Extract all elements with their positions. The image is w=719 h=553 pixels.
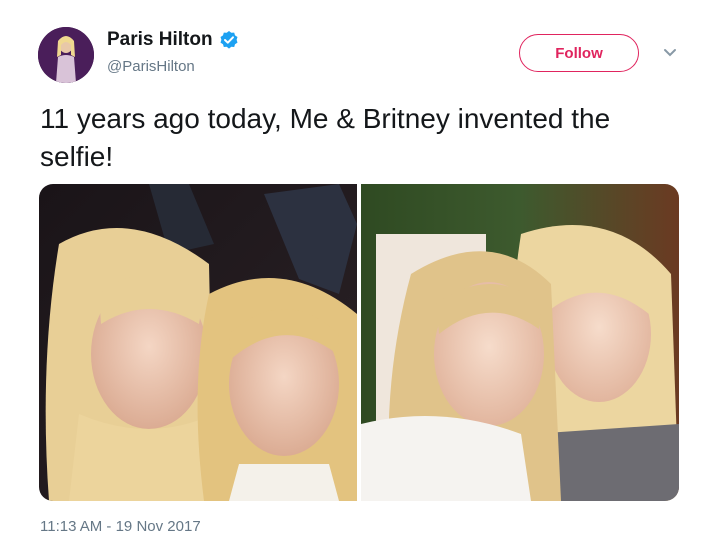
follow-button[interactable]: Follow	[519, 34, 639, 72]
avatar-image	[38, 27, 94, 83]
tweet-text: 11 years ago today, Me & Britney invente…	[40, 103, 611, 172]
avatar[interactable]	[38, 27, 94, 83]
user-name-row: Paris Hilton	[107, 29, 239, 51]
media-photo-2[interactable]	[361, 184, 679, 501]
user-handle[interactable]: @ParisHilton	[107, 58, 195, 75]
verified-badge-icon	[219, 30, 239, 50]
chevron-down-icon[interactable]	[663, 48, 677, 58]
photo-image	[361, 184, 679, 501]
tweet-card: Paris Hilton @ParisHilton Follow 11 year…	[0, 0, 719, 553]
display-name[interactable]: Paris Hilton	[107, 29, 213, 51]
tweet-timestamp[interactable]: 11:13 AM - 19 Nov 2017	[40, 518, 201, 535]
photo-image	[39, 184, 357, 501]
media-photo-1[interactable]	[39, 184, 357, 501]
